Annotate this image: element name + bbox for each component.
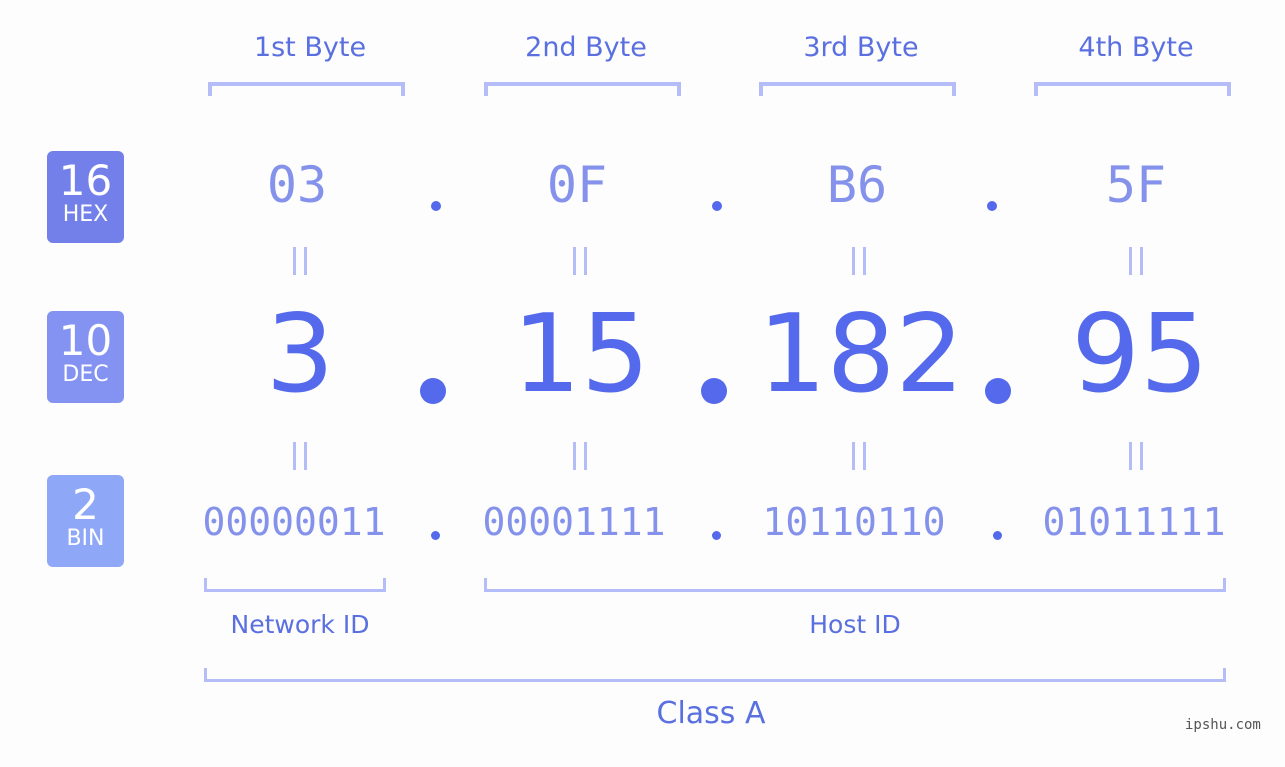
equals-icon [852,442,866,470]
bin-value-3: 10110110 [762,500,946,544]
network-id-bracket [204,578,386,592]
hex-value-2: 0F [546,156,608,214]
dec-base: 10 [58,316,113,365]
class-bracket [204,668,1226,682]
hex-dot-3 [987,201,997,211]
hex-value-3: B6 [826,156,888,214]
watermark: ipshu.com [1185,717,1261,733]
bin-value-4: 01011111 [1042,500,1226,544]
byte-bracket-4 [1034,82,1231,96]
equals-icon [293,442,307,470]
byte-header-2: 2nd Byte [525,32,647,63]
bin-value-2: 00001111 [482,500,666,544]
bin-dot-1 [431,531,440,540]
hex-base: 16 [58,156,113,205]
hex-value-4: 5F [1105,156,1167,214]
byte-bracket-1 [208,82,405,96]
dec-value-1: 3 [265,292,335,417]
equals-icon [293,247,307,275]
bin-dot-3 [993,531,1002,540]
hex-dot-2 [712,201,722,211]
hex-label: HEX [62,202,109,227]
bin-dot-2 [712,531,721,540]
hex-badge: 16 HEX [47,151,124,243]
hex-dot-1 [431,201,441,211]
dec-dot-3 [985,378,1011,404]
dec-label: DEC [62,362,109,387]
dec-value-3: 182 [757,292,965,417]
dec-badge: 10 DEC [47,311,124,403]
host-id-bracket [484,578,1226,592]
bin-base: 2 [72,480,99,529]
byte-header-3: 3rd Byte [803,32,919,63]
dec-dot-1 [420,378,446,404]
bin-label: BIN [66,526,105,551]
equals-icon [852,247,866,275]
equals-icon [1129,442,1143,470]
bin-value-1: 00000011 [202,500,386,544]
dec-value-2: 15 [512,292,650,417]
class-label: Class A [656,696,766,731]
equals-icon [573,247,587,275]
byte-bracket-2 [484,82,681,96]
dec-value-4: 95 [1071,292,1209,417]
byte-bracket-3 [759,82,956,96]
network-id-label: Network ID [230,610,370,639]
bin-badge: 2 BIN [47,475,124,567]
dec-dot-2 [701,378,727,404]
equals-icon [573,442,587,470]
byte-header-1: 1st Byte [253,32,367,63]
host-id-label: Host ID [809,610,901,639]
byte-header-4: 4th Byte [1078,32,1194,63]
hex-value-1: 03 [266,156,328,214]
equals-icon [1129,247,1143,275]
